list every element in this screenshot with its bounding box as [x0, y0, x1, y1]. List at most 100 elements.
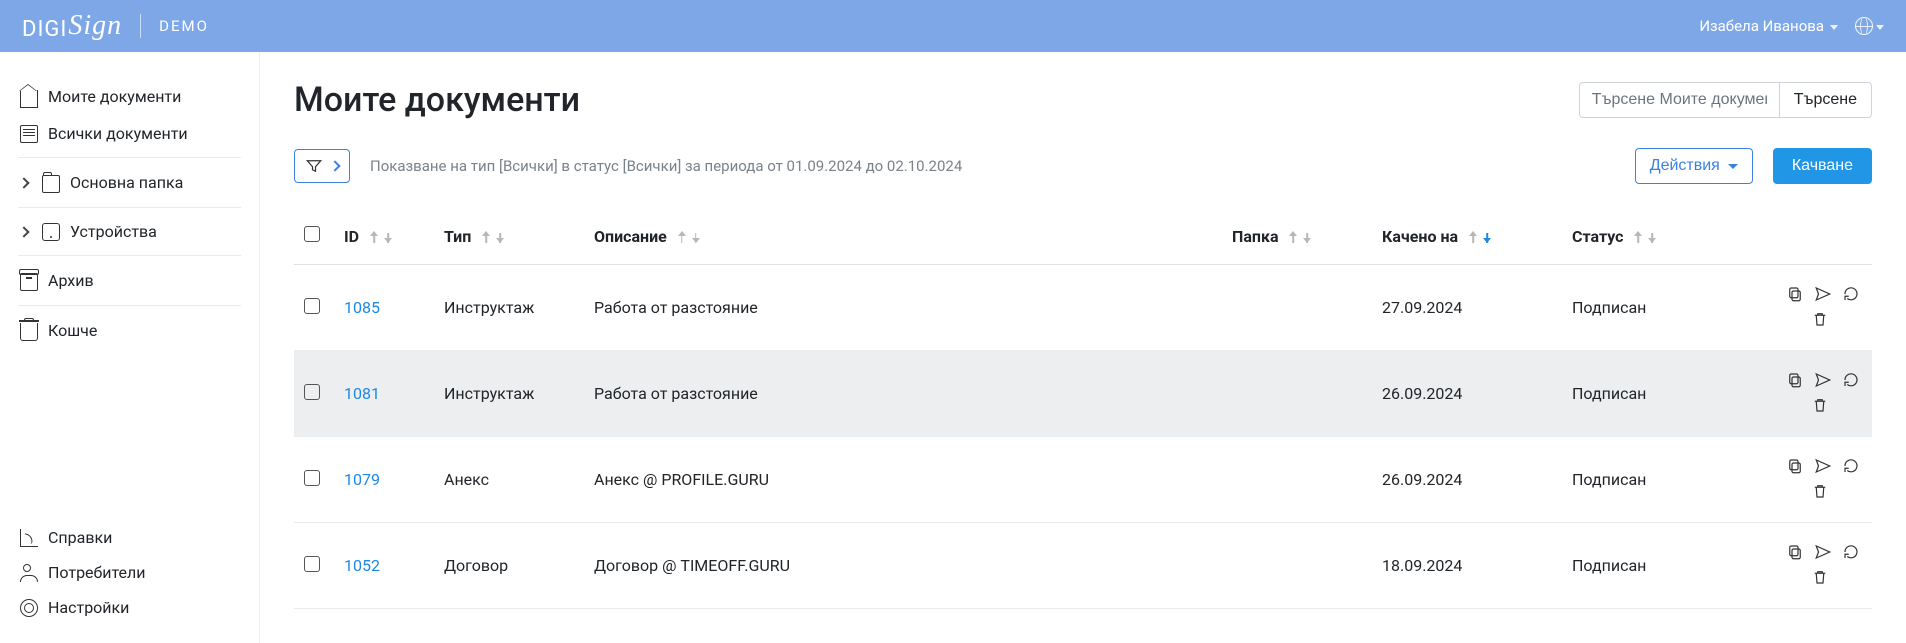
brand-script: Sign	[68, 10, 122, 42]
sidebar-item-users[interactable]: Потребители	[12, 555, 247, 590]
doc-id-link[interactable]: 1052	[344, 556, 380, 575]
refresh-button[interactable]	[1840, 283, 1862, 305]
sort-desc-icon[interactable]	[495, 231, 505, 243]
sort-desc-icon[interactable]	[1647, 231, 1657, 243]
device-icon	[42, 223, 60, 241]
filter-summary: Показване на тип [Всички] в статус [Всич…	[370, 157, 1615, 175]
sidebar-item-label: Настройки	[48, 598, 129, 617]
delete-button[interactable]	[1811, 568, 1833, 590]
cell-type: Анекс	[434, 437, 584, 523]
send-button[interactable]	[1812, 541, 1834, 563]
table-row[interactable]: 1052ДоговорДоговор @ TIMEOFF.GURU18.09.2…	[294, 523, 1872, 609]
send-button[interactable]	[1812, 283, 1834, 305]
brand: DIGISign DEMO	[22, 10, 1699, 42]
refresh-icon	[1842, 371, 1860, 389]
send-button[interactable]	[1812, 455, 1834, 477]
sidebar-item-trash[interactable]: Кошче	[12, 312, 247, 349]
doc-id-link[interactable]: 1081	[344, 384, 380, 403]
delete-button[interactable]	[1811, 396, 1833, 418]
sort-asc-icon[interactable]	[677, 231, 687, 243]
sort-asc-icon[interactable]	[1468, 231, 1478, 243]
send-icon	[1814, 457, 1832, 475]
table-row[interactable]: 1085ИнструктажРабота от разстояние27.09.…	[294, 265, 1872, 351]
refresh-button[interactable]	[1840, 369, 1862, 391]
delete-button[interactable]	[1811, 482, 1833, 504]
search-button[interactable]: Търсене	[1779, 82, 1872, 118]
cell-type: Договор	[434, 523, 584, 609]
home-icon	[20, 90, 38, 108]
row-checkbox[interactable]	[304, 298, 320, 314]
filter-button[interactable]	[294, 149, 350, 183]
sort-asc-icon[interactable]	[369, 231, 379, 243]
chevron-right-icon	[18, 226, 29, 237]
header-description[interactable]: Описание	[584, 208, 1222, 265]
sidebar-item-archive[interactable]: Архив	[12, 262, 247, 299]
header-uploaded[interactable]: Качено на	[1372, 208, 1562, 265]
upload-button[interactable]: Качване	[1773, 148, 1872, 184]
brand-prefix: DIGI	[22, 17, 67, 42]
brand-demo: DEMO	[159, 17, 209, 35]
documents-table: ID Тип Описание Папка	[294, 208, 1872, 609]
table-row[interactable]: 1079АнексАнекс @ PROFILE.GURU26.09.2024П…	[294, 437, 1872, 523]
cell-description: Работа от разстояние	[584, 351, 1222, 437]
header-type[interactable]: Тип	[434, 208, 584, 265]
trash-icon	[20, 323, 38, 341]
header-status[interactable]: Статус	[1562, 208, 1772, 265]
funnel-icon	[305, 157, 323, 175]
search-input[interactable]	[1579, 82, 1779, 118]
sidebar-item-settings[interactable]: Настройки	[12, 590, 247, 625]
sort-asc-icon[interactable]	[481, 231, 491, 243]
actions-dropdown[interactable]: Действия	[1635, 148, 1753, 184]
header-id[interactable]: ID	[334, 208, 434, 265]
cell-description: Анекс @ PROFILE.GURU	[584, 437, 1222, 523]
toolbar: Показване на тип [Всички] в статус [Всич…	[294, 148, 1872, 184]
table-row[interactable]: 1081ИнструктажРабота от разстояние26.09.…	[294, 351, 1872, 437]
sort-asc-icon[interactable]	[1633, 231, 1643, 243]
sort-desc-icon[interactable]	[691, 231, 701, 243]
cell-uploaded: 26.09.2024	[1372, 437, 1562, 523]
sidebar: Моите документи Всички документи Основна…	[0, 52, 260, 643]
select-all-checkbox[interactable]	[304, 226, 320, 242]
sidebar-item-my-documents[interactable]: Моите документи	[12, 76, 247, 116]
user-menu[interactable]: Изабела Иванова	[1699, 17, 1838, 35]
sidebar-item-reports[interactable]: Справки	[12, 520, 247, 555]
cell-folder	[1222, 437, 1372, 523]
cell-description: Работа от разстояние	[584, 265, 1222, 351]
sidebar-item-all-documents[interactable]: Всички документи	[12, 116, 247, 151]
sidebar-item-main-folder[interactable]: Основна папка	[12, 164, 247, 201]
trash-icon	[1811, 482, 1829, 500]
row-checkbox[interactable]	[304, 556, 320, 572]
sort-desc-icon[interactable]	[1302, 231, 1312, 243]
copy-button[interactable]	[1784, 541, 1806, 563]
row-checkbox[interactable]	[304, 384, 320, 400]
copy-button[interactable]	[1784, 369, 1806, 391]
divider	[18, 207, 241, 208]
caret-down-icon	[1830, 25, 1838, 30]
sort-desc-icon[interactable]	[1482, 231, 1492, 243]
sidebar-item-label: Потребители	[48, 563, 146, 582]
refresh-button[interactable]	[1840, 455, 1862, 477]
chevron-right-icon	[18, 177, 29, 188]
row-checkbox[interactable]	[304, 470, 320, 486]
sort-desc-icon[interactable]	[383, 231, 393, 243]
refresh-button[interactable]	[1840, 541, 1862, 563]
language-button[interactable]	[1854, 11, 1884, 41]
doc-id-link[interactable]: 1079	[344, 470, 380, 489]
document-icon	[20, 125, 38, 143]
cell-actions	[1772, 523, 1872, 609]
trash-icon	[1811, 568, 1829, 586]
copy-button[interactable]	[1784, 283, 1806, 305]
sidebar-item-devices[interactable]: Устройства	[12, 214, 247, 249]
header-folder[interactable]: Папка	[1222, 208, 1372, 265]
gear-icon	[20, 599, 38, 617]
delete-button[interactable]	[1811, 310, 1833, 332]
doc-id-link[interactable]: 1085	[344, 298, 380, 317]
brand-logo[interactable]: DIGISign	[22, 10, 122, 42]
cell-actions	[1772, 265, 1872, 351]
copy-button[interactable]	[1784, 455, 1806, 477]
cell-status: Подписан	[1562, 351, 1772, 437]
sort-asc-icon[interactable]	[1288, 231, 1298, 243]
send-icon	[1814, 285, 1832, 303]
send-button[interactable]	[1812, 369, 1834, 391]
trash-icon	[1811, 310, 1829, 328]
